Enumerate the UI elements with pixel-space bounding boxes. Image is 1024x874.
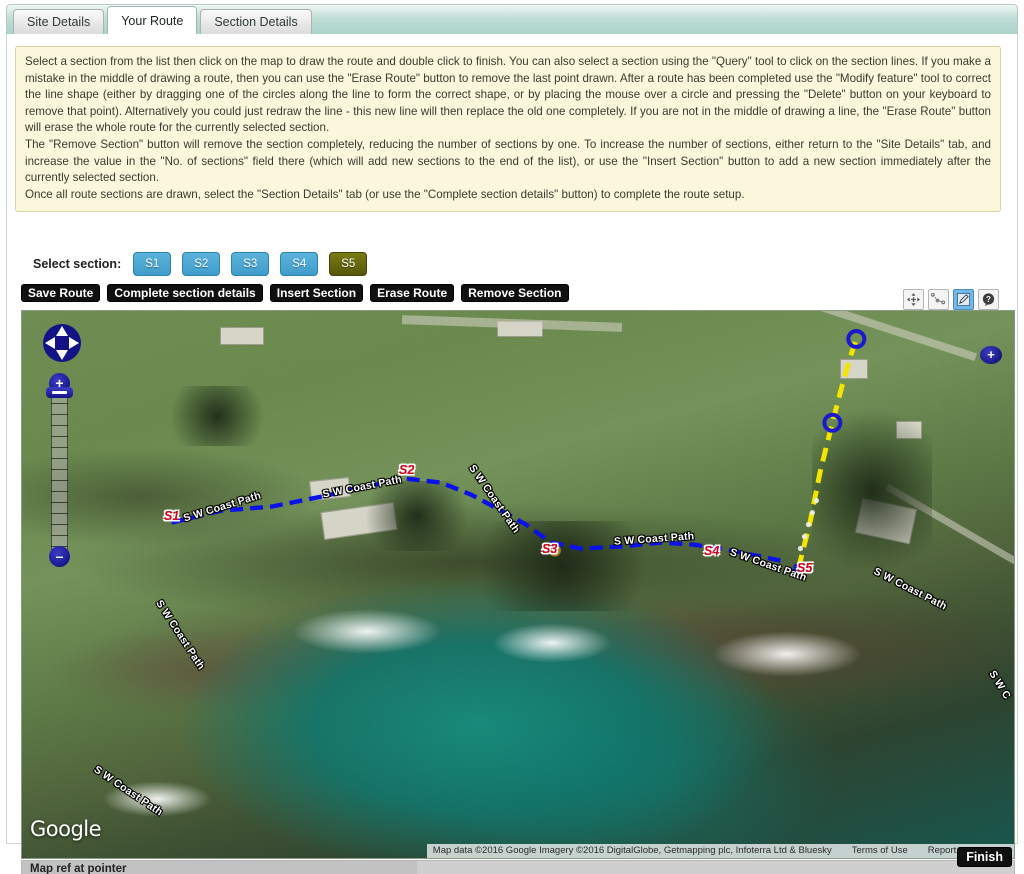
section-selector: Select section: S1 S2 S3 S4 S5 — [15, 252, 378, 276]
move-arrows-icon — [906, 292, 921, 307]
section-button-s5[interactable]: S5 — [329, 252, 368, 276]
instructions-panel: Select a section from the list then clic… — [15, 46, 1001, 213]
imagery-texture — [22, 311, 1014, 858]
map-zoom-in-secondary-button[interactable]: + — [980, 346, 1002, 364]
tab-site-details[interactable]: Site Details — [13, 9, 105, 35]
insert-section-button[interactable]: Insert Section — [269, 284, 364, 302]
map-zoom-slider-handle[interactable] — [46, 387, 73, 398]
pan-control[interactable] — [38, 319, 86, 367]
map-zoom-slider-track[interactable] — [51, 392, 68, 550]
instructions-paragraph-3: Once all route sections are drawn, selec… — [25, 187, 745, 201]
erase-route-button[interactable]: Erase Route — [370, 284, 455, 302]
map-attribution-bar: Map data ©2016 Google Imagery ©2016 Digi… — [22, 843, 1014, 858]
remove-section-button[interactable]: Remove Section — [461, 284, 569, 302]
tab-panel-your-route: Select a section from the list then clic… — [6, 34, 1018, 874]
tab-section-details[interactable]: Section Details — [200, 9, 312, 35]
modify-feature-tool-button[interactable] — [953, 289, 974, 310]
draw-line-icon — [931, 292, 946, 305]
instructions-paragraph-2: The "Remove Section" button will remove … — [25, 137, 991, 185]
map-zoom-out-button[interactable]: – — [49, 546, 70, 567]
terms-of-use-link[interactable]: Terms of Use — [845, 843, 914, 858]
map-data-attribution: Map data ©2016 Google Imagery ©2016 Digi… — [426, 843, 838, 858]
status-bar: Map ref at pointer — [21, 860, 1015, 874]
map-ref-at-pointer: Map ref at pointer — [22, 861, 417, 874]
route-action-buttons: Save Route Complete section details Inse… — [21, 284, 569, 302]
route-editor-page: Site Details Your Route Section Details … — [0, 0, 1024, 874]
section-button-s3[interactable]: S3 — [231, 252, 270, 276]
section-button-s1[interactable]: S1 — [133, 252, 172, 276]
complete-section-details-button[interactable]: Complete section details — [107, 284, 263, 302]
section-selector-label: Select section: — [33, 257, 122, 271]
instructions-paragraph-1: Select a section from the list then clic… — [25, 55, 991, 135]
section-button-s4[interactable]: S4 — [280, 252, 319, 276]
draw-line-tool-button[interactable] — [928, 289, 949, 310]
map-pan-zoom-control: + – — [38, 319, 86, 569]
tab-bar: Site Details Your Route Section Details — [6, 4, 1018, 36]
section-button-s2[interactable]: S2 — [182, 252, 221, 276]
modify-feature-icon — [956, 292, 971, 307]
save-route-button[interactable]: Save Route — [21, 284, 101, 302]
question-mark-icon: ? — [982, 293, 995, 307]
map-tool-bar: ? — [903, 289, 999, 310]
tab-your-route[interactable]: Your Route — [107, 6, 198, 35]
query-tool-button[interactable]: ? — [978, 289, 999, 310]
pan-tool-button[interactable] — [903, 289, 924, 310]
map-canvas[interactable]: Housel Bay Hotel and Restaurant S W Coas… — [21, 310, 1015, 859]
finish-button[interactable]: Finish — [957, 847, 1012, 867]
svg-text:?: ? — [986, 295, 991, 304]
